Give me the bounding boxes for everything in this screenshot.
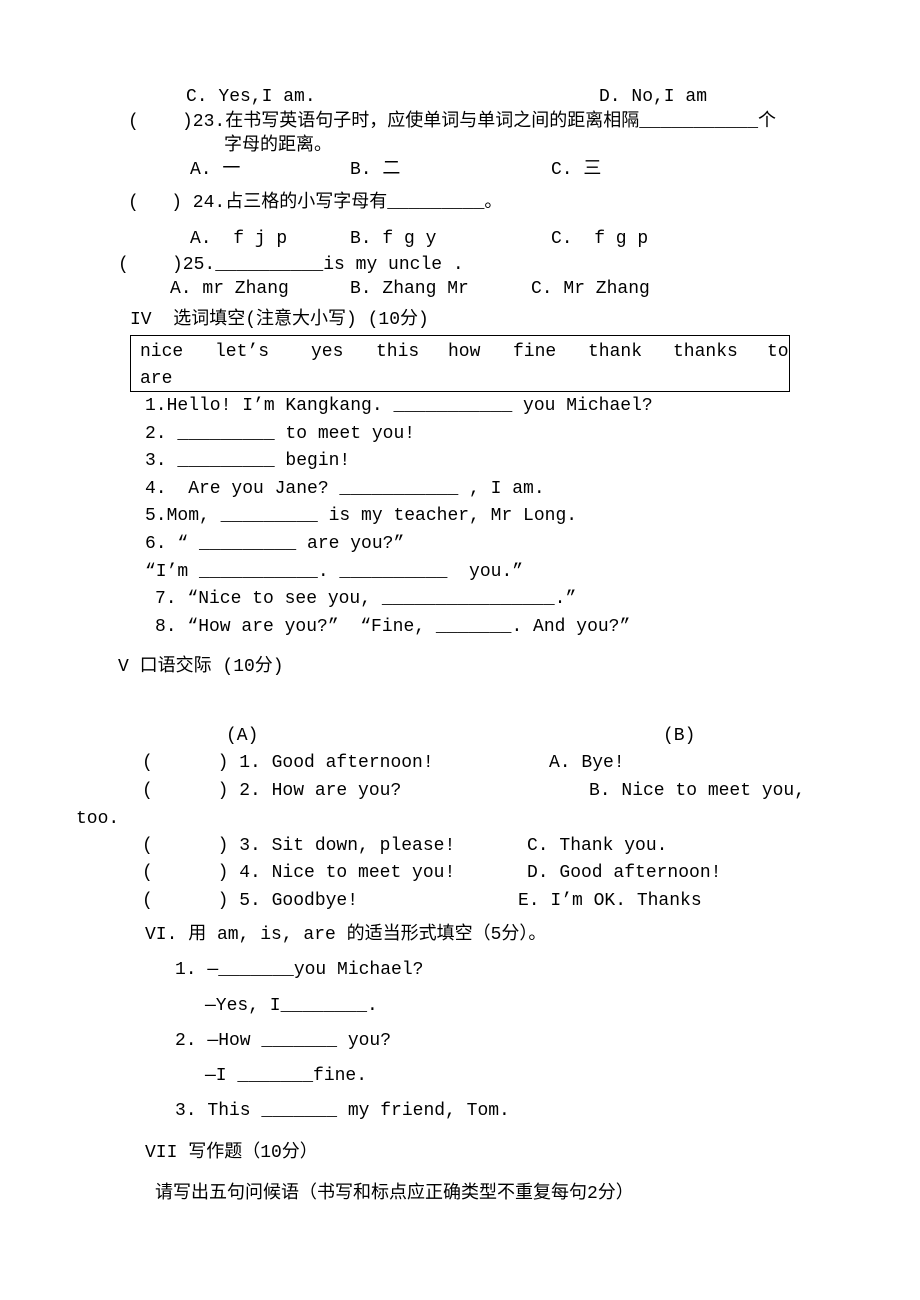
match-left-item: ( ) 5. Goodbye!	[142, 891, 359, 911]
match-left-item: ( ) 3. Sit down, please!	[142, 836, 456, 856]
q25-option-c: C. Mr Zhang	[531, 279, 650, 299]
section6-item: 3. This _______ my friend, Tom.	[175, 1101, 510, 1121]
section4-title: IV 选词填空(注意大小写) (10分)	[130, 310, 429, 330]
column-b-header: (B)	[663, 726, 696, 746]
section4-item: “I’m ___________. __________ you.”	[145, 562, 524, 582]
word-bank-word: to	[767, 342, 789, 362]
q24-option-a: A. f j p	[190, 229, 288, 249]
q23-stem: ( )23.在书写英语句子时，应使单词与单词之间的距离相隔___________…	[128, 112, 777, 132]
q24-stem: ( ) 24.占三格的小写字母有_________。	[128, 193, 503, 213]
word-bank-word: are	[140, 369, 173, 389]
section4-item: 5.Mom, _________ is my teacher, Mr Long.	[145, 506, 578, 526]
section5-title: V 口语交际 (10分)	[118, 657, 284, 677]
section7-prompt: 请写出五句问候语（书写和标点应正确类型不重复每句2分）	[155, 1184, 634, 1204]
match-left-item: ( ) 1. Good afternoon!	[142, 753, 434, 773]
word-bank-word: nice	[140, 342, 184, 362]
section4-item: 1.Hello! I’m Kangkang. ___________ you M…	[145, 396, 653, 416]
exam-page: C. Yes,I am. D. No,I am ( )23.在书写英语句子时，应…	[0, 0, 920, 1300]
q23-option-a: A. 一	[190, 160, 241, 180]
section6-item: —I _______fine.	[205, 1066, 368, 1086]
q24-option-c: C. f g p	[551, 229, 649, 249]
q23-option-c: C. 三	[551, 160, 602, 180]
word-bank-word: fine	[513, 342, 557, 362]
q22-option-c: C. Yes,I am.	[186, 87, 316, 107]
section6-item: 2. —How _______ you?	[175, 1031, 392, 1051]
q25-option-b: B. Zhang Mr	[350, 279, 469, 299]
word-bank-box: nice let’s yes this how fine thank thank…	[130, 335, 790, 392]
word-bank-word: let’s	[215, 342, 270, 362]
section4-item: 2. _________ to meet you!	[145, 424, 416, 444]
section6-title: VI. 用 am, is, are 的适当形式填空（5分）。	[145, 925, 547, 945]
q22-option-d: D. No,I am	[599, 87, 708, 107]
section4-item: 3. _________ begin!	[145, 451, 351, 471]
section4-item: 6. “ _________ are you?”	[145, 534, 405, 554]
word-bank-word: how	[448, 342, 481, 362]
match-right-item-wrap: too.	[76, 809, 120, 829]
column-a-header: (A)	[226, 726, 259, 746]
match-right-item: B. Nice to meet you,	[589, 781, 806, 801]
section7-title: VII 写作题（10分）	[145, 1143, 318, 1163]
section6-item: —Yes, I________.	[205, 996, 378, 1016]
q23-stem-cont: 字母的距离。	[224, 136, 332, 156]
q23-option-b: B. 二	[350, 160, 401, 180]
q25-option-a: A. mr Zhang	[170, 279, 289, 299]
section4-item: 7. “Nice to see you, ________________.”	[155, 589, 577, 609]
match-right-item: A. Bye!	[549, 753, 625, 773]
match-right-item: C. Thank you.	[527, 836, 668, 856]
section4-item: 4. Are you Jane? ___________ , I am.	[145, 479, 545, 499]
word-bank-word: yes	[311, 342, 344, 362]
section4-item: 8. “How are you?” “Fine, _______. And yo…	[155, 617, 631, 637]
word-bank-word: this	[376, 342, 420, 362]
match-left-item: ( ) 4. Nice to meet you!	[142, 863, 456, 883]
section6-item: 1. —_______you Michael?	[175, 960, 424, 980]
q24-option-b: B. f g y	[350, 229, 437, 249]
match-left-item: ( ) 2. How are you?	[142, 781, 402, 801]
word-bank-word: thanks	[673, 342, 738, 362]
q25-stem: ( )25.__________is my uncle .	[118, 255, 464, 275]
word-bank-word: thank	[588, 342, 643, 362]
match-right-item: E. I’m OK. Thanks	[518, 891, 702, 911]
match-right-item: D. Good afternoon!	[527, 863, 722, 883]
